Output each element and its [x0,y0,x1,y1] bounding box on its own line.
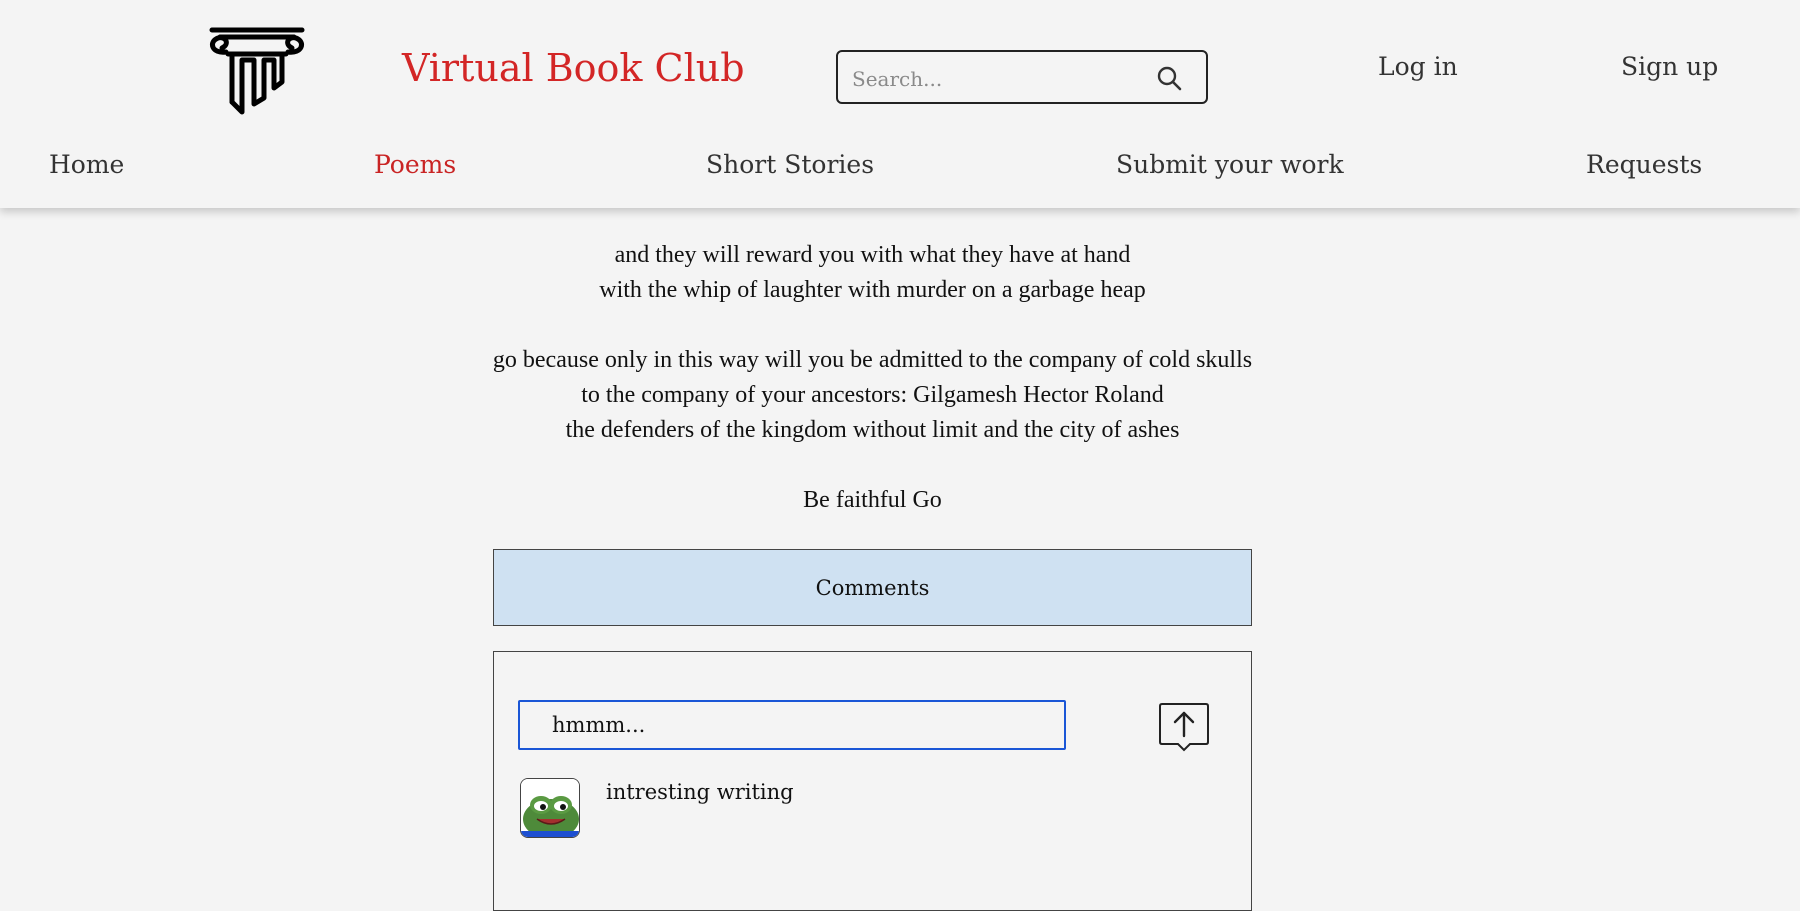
nav-home[interactable]: Home [49,150,124,179]
send-arrow-icon [1159,703,1209,752]
poem-line: Be faithful Go [803,487,942,513]
site-header: Virtual Book Club Log in Sign up Home Po… [0,0,1800,208]
comment-input[interactable] [518,700,1066,750]
poem-line: with the whip of laughter with murder on… [599,277,1146,303]
poem-line: go because only in this way will you be … [492,347,1253,373]
poem-line: the defenders of the kingdom without lim… [565,417,1180,443]
frog-avatar-icon [521,779,579,837]
search-icon[interactable] [1156,65,1182,91]
poem-line: and they will reward you with what they … [614,242,1131,268]
comments-header: Comments [493,549,1252,626]
signup-link[interactable]: Sign up [1621,52,1718,81]
poem-body: and they will reward you with what they … [400,238,1345,553]
poem-stanza: go because only in this way will you be … [400,343,1345,448]
nav-requests[interactable]: Requests [1586,150,1702,179]
send-comment-button[interactable] [1158,702,1210,754]
comment-text: intresting writing [606,780,794,804]
commenter-avatar[interactable] [520,778,580,838]
poem-line: to the company of your ancestors: Gilgam… [581,382,1164,408]
search-box [836,50,1208,104]
nav-poems[interactable]: Poems [374,150,456,179]
nav-short-stories[interactable]: Short Stories [706,150,874,179]
login-link[interactable]: Log in [1378,52,1458,81]
search-input[interactable] [850,62,1144,96]
poem-stanza: and they will reward you with what they … [400,238,1345,308]
site-title[interactable]: Virtual Book Club [402,46,745,90]
poem-stanza: Be faithful Go [400,483,1345,518]
nav-submit-your-work[interactable]: Submit your work [1116,150,1344,179]
comments-panel: intresting writing [493,651,1252,911]
column-logo-icon[interactable] [206,26,308,116]
